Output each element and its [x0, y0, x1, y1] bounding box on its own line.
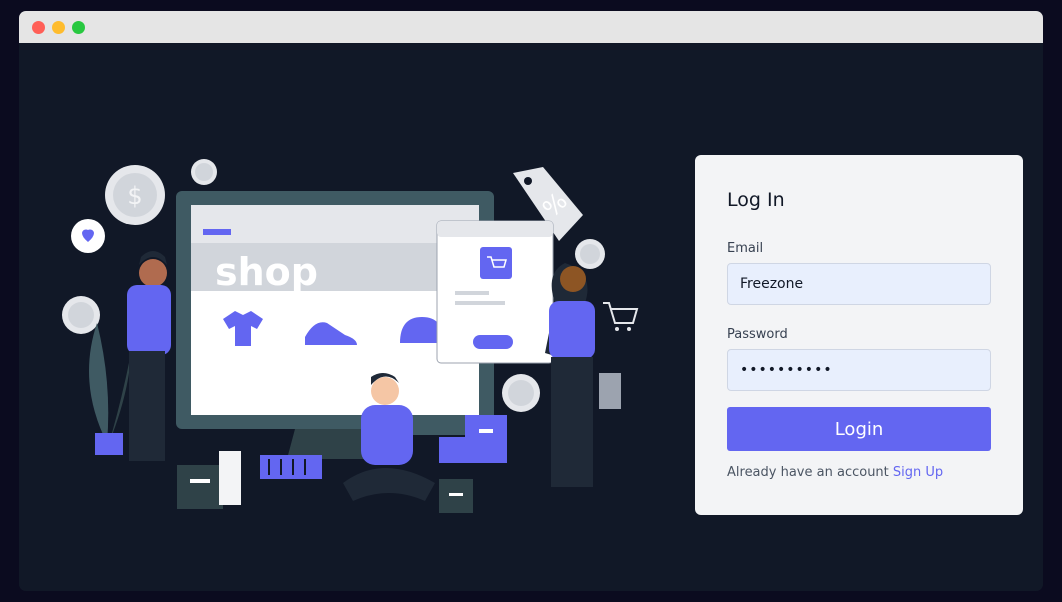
heart-bubble-icon [71, 219, 105, 253]
window-titlebar [19, 11, 1043, 43]
woman-right-figure [545, 263, 621, 487]
browser-window: $ % shop Log In Email Freezone Password … [19, 11, 1043, 591]
basket-icon [260, 455, 322, 479]
close-window-button[interactable] [32, 21, 45, 34]
minimize-window-button[interactable] [52, 21, 65, 34]
shop-banner-text: shop [215, 250, 318, 294]
shopping-bag-icon [177, 451, 241, 509]
dollar-coin-bottom-icon [502, 374, 540, 412]
login-button[interactable]: Login [727, 407, 991, 451]
password-label: Password [727, 327, 788, 342]
password-field[interactable] [727, 349, 991, 391]
signup-link[interactable]: Sign Up [893, 465, 943, 480]
maximize-window-button[interactable] [72, 21, 85, 34]
woman-left-figure [127, 251, 171, 461]
product-popup-card [436, 220, 554, 364]
dollar-coin-left-icon [62, 296, 100, 334]
email-label: Email [727, 241, 764, 256]
page-content: $ % shop Log In Email Freezone Password … [19, 43, 1043, 591]
shopping-cart-icon [603, 302, 639, 331]
shopping-illustration: $ % shop [62, 159, 639, 513]
dollar-coin-large-icon: $ [105, 165, 165, 225]
plant-icon [89, 323, 131, 455]
login-title: Log In [727, 189, 785, 211]
signup-prompt-row: Already have an account Sign Up [727, 465, 943, 480]
email-field[interactable] [727, 263, 991, 305]
dollar-coin-small-icon [191, 159, 217, 185]
dollar-sign: $ [127, 182, 142, 210]
signup-prompt: Already have an account [727, 465, 889, 480]
dollar-coin-right-icon [575, 239, 605, 269]
login-card: Log In Email Password Login Already have… [695, 155, 1023, 515]
